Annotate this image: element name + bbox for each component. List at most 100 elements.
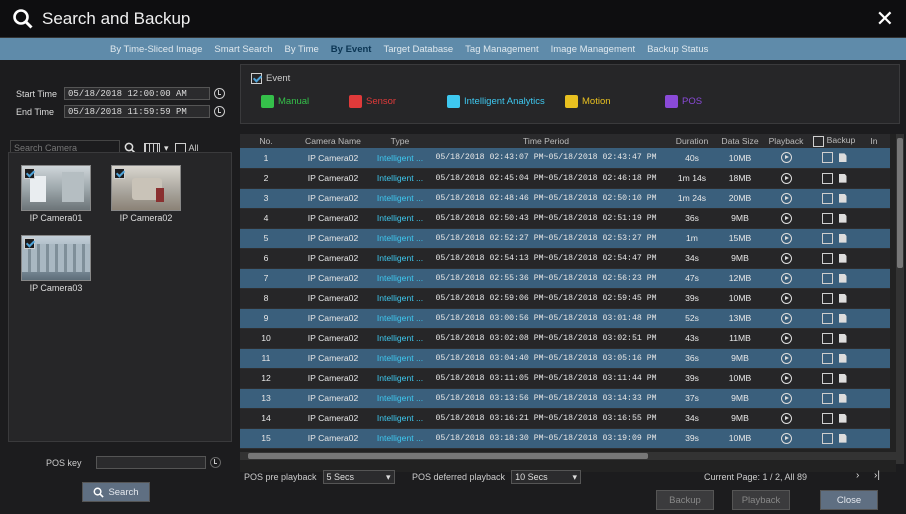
play-icon[interactable] xyxy=(780,252,792,264)
tab-by-time[interactable]: By Time xyxy=(278,44,324,55)
close-icon[interactable]: ✕ xyxy=(876,6,894,32)
save-icon[interactable] xyxy=(838,233,847,243)
table-row[interactable]: 9 IP Camera02 Intelligent ... 05/18/2018 03… xyxy=(240,308,890,329)
camera-tile[interactable]: IP Camera02 xyxy=(111,165,181,223)
backup-checkbox[interactable] xyxy=(821,172,833,184)
clock-icon[interactable] xyxy=(210,457,221,468)
table-row[interactable]: 5 IP Camera02 Intelligent ... 05/18/2018 02… xyxy=(240,228,890,249)
backup-checkbox[interactable] xyxy=(821,192,833,204)
clock-icon[interactable] xyxy=(214,106,225,117)
search-button[interactable]: Search xyxy=(82,482,150,502)
end-time-field[interactable]: 05/18/2018 11:59:59 PM xyxy=(64,105,210,118)
backup-checkbox[interactable] xyxy=(821,232,833,244)
camera-tile[interactable]: IP Camera03 xyxy=(21,235,91,293)
backup-checkbox[interactable] xyxy=(821,372,833,384)
table-row[interactable]: 6 IP Camera02 Intelligent ... 05/18/2018 02… xyxy=(240,248,890,269)
event-checkbox[interactable] xyxy=(251,73,262,84)
last-page-icon[interactable]: ›| xyxy=(874,470,880,481)
camera-tile[interactable]: IP Camera01 xyxy=(21,165,91,223)
camera-checkbox[interactable] xyxy=(114,168,125,179)
event-type-manual[interactable]: Manual xyxy=(261,95,309,108)
save-icon[interactable] xyxy=(838,273,847,283)
table-row[interactable]: 1 IP Camera02 Intelligent ... 05/18/2018 02… xyxy=(240,148,890,169)
event-checkbox-row[interactable]: Event xyxy=(251,73,290,84)
save-icon[interactable] xyxy=(838,353,847,363)
table-row[interactable]: 8 IP Camera02 Intelligent ... 05/18/2018 02… xyxy=(240,288,890,309)
play-icon[interactable] xyxy=(780,172,792,184)
pos-deferred-playback-select[interactable]: 10 Secs ▾ xyxy=(511,470,582,484)
column-header[interactable]: In xyxy=(858,134,890,148)
save-icon[interactable] xyxy=(838,373,847,383)
tab-by-time-sliced-image[interactable]: By Time-Sliced Image xyxy=(104,44,208,55)
save-icon[interactable] xyxy=(838,153,847,163)
play-icon[interactable] xyxy=(780,412,792,424)
table-row[interactable]: 11 IP Camera02 Intelligent ... 05/18/2018 0… xyxy=(240,348,890,369)
tab-image-management[interactable]: Image Management xyxy=(545,44,642,55)
play-icon[interactable] xyxy=(780,432,792,444)
play-icon[interactable] xyxy=(780,352,792,364)
pos-key-input[interactable] xyxy=(96,456,206,469)
event-type-motion[interactable]: Motion xyxy=(565,95,611,108)
close-button[interactable]: Close xyxy=(820,490,878,510)
tab-target-database[interactable]: Target Database xyxy=(377,44,459,55)
event-type-intelligent-analytics[interactable]: Intelligent Analytics xyxy=(447,95,545,108)
tab-tag-management[interactable]: Tag Management xyxy=(459,44,544,55)
table-row[interactable]: 14 IP Camera02 Intelligent ... 05/18/2018 0… xyxy=(240,408,890,429)
column-header[interactable]: Camera Name xyxy=(292,134,374,148)
backup-checkbox[interactable] xyxy=(821,412,833,424)
next-page-icon[interactable]: › xyxy=(856,470,859,481)
event-type-sensor[interactable]: Sensor xyxy=(349,95,396,108)
save-icon[interactable] xyxy=(838,213,847,223)
column-header[interactable]: Duration xyxy=(666,134,718,148)
table-row[interactable]: 13 IP Camera02 Intelligent ... 05/18/2018 0… xyxy=(240,388,890,409)
camera-checkbox[interactable] xyxy=(24,168,35,179)
pos-pre-playback-select[interactable]: 5 Secs ▾ xyxy=(322,470,395,484)
tab-backup-status[interactable]: Backup Status xyxy=(641,44,714,55)
column-header[interactable]: No. xyxy=(240,134,292,148)
backup-checkbox[interactable] xyxy=(821,352,833,364)
vertical-scrollbar[interactable] xyxy=(896,134,904,464)
column-header[interactable]: Backup xyxy=(810,134,858,148)
play-icon[interactable] xyxy=(780,392,792,404)
table-row[interactable]: 12 IP Camera02 Intelligent ... 05/18/2018 0… xyxy=(240,368,890,389)
playback-button[interactable]: Playback xyxy=(732,490,790,510)
save-icon[interactable] xyxy=(838,293,847,303)
clock-icon[interactable] xyxy=(214,88,225,99)
save-icon[interactable] xyxy=(838,313,847,323)
play-icon[interactable] xyxy=(780,312,792,324)
event-type-pos[interactable]: POS xyxy=(665,95,702,108)
horizontal-scrollbar[interactable] xyxy=(240,452,896,460)
column-header[interactable]: Type xyxy=(374,134,426,148)
backup-checkbox[interactable] xyxy=(821,212,833,224)
select-all-backup-checkbox[interactable] xyxy=(812,135,824,147)
save-icon[interactable] xyxy=(838,253,847,263)
backup-checkbox[interactable] xyxy=(821,392,833,404)
table-row[interactable]: 2 IP Camera02 Intelligent ... 05/18/2018 02… xyxy=(240,168,890,189)
save-icon[interactable] xyxy=(838,413,847,423)
backup-checkbox[interactable] xyxy=(821,432,833,444)
table-row[interactable]: 3 IP Camera02 Intelligent ... 05/18/2018 02… xyxy=(240,188,890,209)
column-header[interactable]: Time Period xyxy=(426,134,666,148)
play-icon[interactable] xyxy=(780,232,792,244)
table-row[interactable]: 7 IP Camera02 Intelligent ... 05/18/2018 02… xyxy=(240,268,890,289)
save-icon[interactable] xyxy=(838,173,847,183)
backup-checkbox[interactable] xyxy=(821,332,833,344)
save-icon[interactable] xyxy=(838,193,847,203)
tab-by-event[interactable]: By Event xyxy=(325,44,378,55)
table-row[interactable]: 4 IP Camera02 Intelligent ... 05/18/2018 02… xyxy=(240,208,890,229)
play-icon[interactable] xyxy=(780,192,792,204)
backup-checkbox[interactable] xyxy=(821,312,833,324)
play-icon[interactable] xyxy=(780,372,792,384)
save-icon[interactable] xyxy=(838,393,847,403)
play-icon[interactable] xyxy=(780,152,792,164)
backup-checkbox[interactable] xyxy=(821,252,833,264)
column-header[interactable]: Playback xyxy=(762,134,810,148)
backup-checkbox[interactable] xyxy=(821,292,833,304)
start-time-field[interactable]: 05/18/2018 12:00:00 AM xyxy=(64,87,210,100)
table-row[interactable]: 15 IP Camera02 Intelligent ... 05/18/2018 0… xyxy=(240,428,890,449)
backup-checkbox[interactable] xyxy=(821,152,833,164)
camera-checkbox[interactable] xyxy=(24,238,35,249)
save-icon[interactable] xyxy=(838,433,847,443)
play-icon[interactable] xyxy=(780,272,792,284)
save-icon[interactable] xyxy=(838,333,847,343)
